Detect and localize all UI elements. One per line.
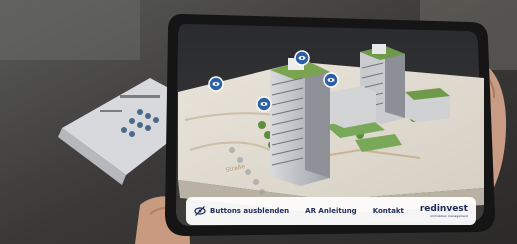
hide-buttons-label: Buttons ausblenden: [210, 207, 290, 215]
low-building: [330, 86, 376, 128]
tower-main: [270, 58, 330, 186]
hotspot-pin[interactable]: [323, 72, 339, 88]
hide-eye-icon: [194, 206, 206, 216]
hide-buttons-button[interactable]: Buttons ausblenden: [194, 205, 289, 217]
ar-guide-label: AR Anleitung: [305, 207, 357, 215]
ar-toolbar: Buttons ausblenden AR Anleitung Kontakt …: [186, 197, 476, 225]
brand-logo[interactable]: redinvest immobilien management: [419, 203, 468, 218]
brand-name: redinvest: [419, 203, 468, 214]
hotspot-pin[interactable]: [208, 76, 224, 92]
contact-button[interactable]: Kontakt: [373, 207, 404, 215]
photo-scene: Straße Buttons ausblenden AR Anleitung K…: [0, 0, 517, 244]
hotspot-pin[interactable]: [294, 50, 310, 66]
hotspot-pin[interactable]: [256, 96, 272, 112]
brand-tagline: immobilien management: [430, 213, 468, 218]
contact-label: Kontakt: [372, 207, 404, 215]
ar-guide-button[interactable]: AR Anleitung: [305, 207, 357, 215]
tablet-screen: Straße: [176, 24, 484, 226]
